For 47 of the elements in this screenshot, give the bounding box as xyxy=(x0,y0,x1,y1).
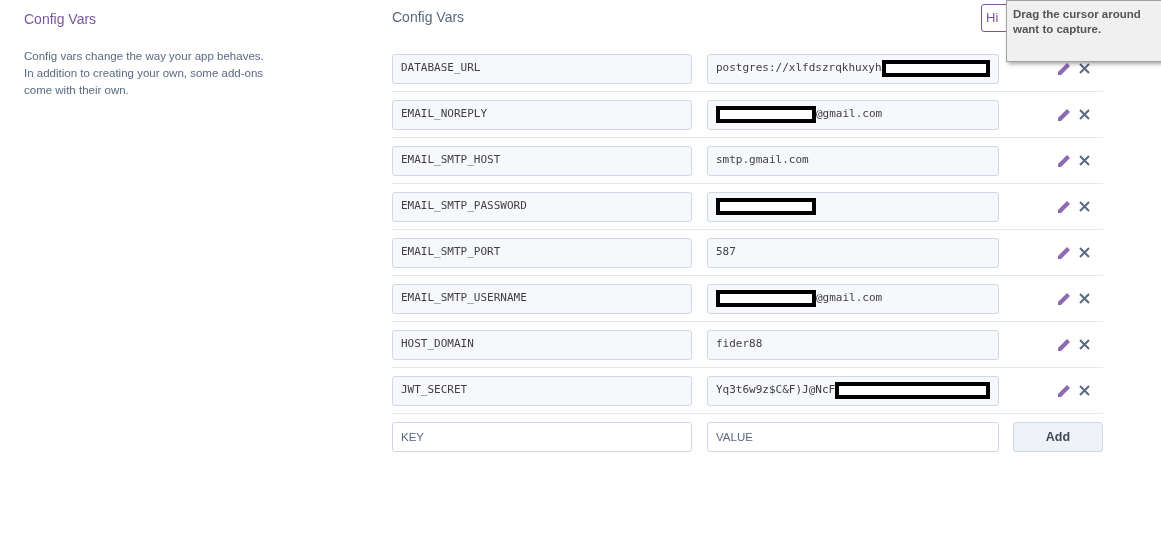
key-field[interactable]: HOST_DOMAIN xyxy=(392,329,692,360)
edit-icon[interactable] xyxy=(1057,153,1071,168)
value-field[interactable]: @gmail.com xyxy=(707,99,999,130)
close-icon[interactable] xyxy=(1079,63,1090,74)
edit-icon[interactable] xyxy=(1057,245,1071,260)
edit-icon[interactable] xyxy=(1057,199,1071,214)
close-icon[interactable] xyxy=(1079,201,1090,212)
value-text: 587 xyxy=(716,244,736,261)
value-field[interactable]: postgres://xlfdszrqkhuxyh xyxy=(707,53,999,84)
value-field[interactable]: smtp.gmail.com xyxy=(707,145,999,176)
close-icon[interactable] xyxy=(1079,385,1090,396)
value-text: postgres://xlfdszrqkhuxyh xyxy=(716,60,882,77)
section-description: Config vars change the way your app behaves. In addition to creating your own, some add-ons come with their own. xyxy=(24,49,265,98)
edit-icon[interactable] xyxy=(1057,383,1071,398)
value-text: fider88 xyxy=(716,336,763,353)
section-title: Config Vars xyxy=(24,10,98,29)
value-field[interactable]: fider88 xyxy=(707,329,999,360)
close-icon[interactable] xyxy=(1079,155,1090,166)
panel-title: Config Vars xyxy=(392,7,465,27)
key-field[interactable]: EMAIL_SMTP_PORT xyxy=(392,237,692,268)
edit-icon[interactable] xyxy=(1057,291,1071,306)
key-field[interactable]: DATABASE_URL xyxy=(392,53,692,84)
value-field[interactable]: 587 xyxy=(707,237,999,268)
edit-icon[interactable] xyxy=(1057,337,1071,352)
close-icon[interactable] xyxy=(1079,293,1090,304)
value-text: @gmail.com xyxy=(816,290,883,307)
key-field[interactable]: EMAIL_SMTP_PASSWORD xyxy=(392,191,692,222)
close-icon[interactable] xyxy=(1079,109,1090,120)
tooltip-text: want to capture. xyxy=(1013,22,1103,37)
value-field[interactable] xyxy=(707,191,999,222)
key-field[interactable]: EMAIL_SMTP_USERNAME xyxy=(392,283,692,314)
value-text: @gmail.com xyxy=(816,106,883,123)
add-button[interactable]: Add xyxy=(1013,422,1103,452)
key-field[interactable]: EMAIL_SMTP_HOST xyxy=(392,145,692,176)
tooltip-text: Drag the cursor around xyxy=(1013,7,1142,22)
value-field[interactable]: Yq3t6w9z$C&F)J@NcF xyxy=(707,375,999,406)
key-field[interactable]: JWT_SECRET xyxy=(392,375,692,406)
value-text: smtp.gmail.com xyxy=(716,152,809,169)
close-icon[interactable] xyxy=(1079,247,1090,258)
edit-icon[interactable] xyxy=(1057,107,1071,122)
close-icon[interactable] xyxy=(1079,339,1090,350)
value-text: Yq3t6w9z$C&F)J@NcF xyxy=(716,382,836,399)
value-field[interactable]: @gmail.com xyxy=(707,283,999,314)
edit-icon[interactable] xyxy=(1057,61,1071,76)
key-field[interactable]: EMAIL_NOREPLY xyxy=(392,99,692,130)
key-input[interactable]: KEY xyxy=(392,422,692,452)
value-input[interactable]: VALUE xyxy=(707,422,999,452)
